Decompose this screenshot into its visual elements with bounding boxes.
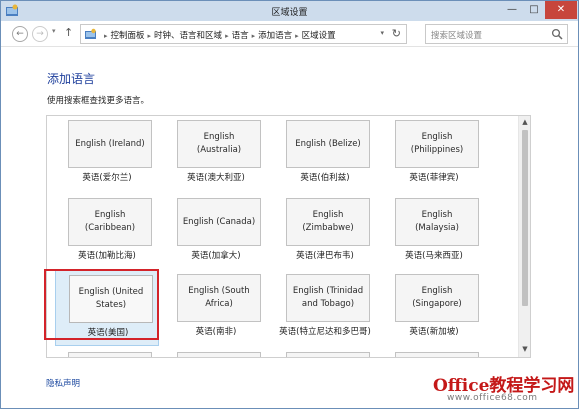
language-local-name: 英语(南非) — [195, 327, 237, 337]
breadcrumb-item[interactable]: 语言 — [232, 31, 249, 41]
language-local-name: 英语(加拿大) — [191, 251, 241, 261]
language-tile-label: English (Philippines) — [395, 120, 479, 168]
chevron-right-icon[interactable]: ▸ — [104, 32, 108, 40]
language-tile[interactable]: English (Trinidad and Tobago) 英语(特立尼达和多巴哥… — [273, 270, 377, 346]
chevron-right-icon[interactable]: ▸ — [225, 32, 229, 40]
region-settings-window: 区域设置 — □ ✕ ← → ▾ ↑ ▸ 控制面板 ▸ 时钟、语言和区域 ▸ 语言 ▸ 添加语… — [0, 0, 579, 409]
language-tile-label: English (Trinidad and Tobago) — [286, 274, 370, 322]
language-tile[interactable]: English (Ireland) 英语(爱尔兰) — [55, 116, 159, 192]
address-bar[interactable]: ▸ 控制面板 ▸ 时钟、语言和区域 ▸ 语言 ▸ 添加语言 ▸ 区域设置 ▾ ↻ — [80, 24, 407, 44]
language-tile[interactable] — [382, 348, 486, 357]
language-tile-label: English (Australia) — [177, 120, 261, 168]
language-tile-label: English (Zimbabwe) — [286, 198, 370, 246]
breadcrumb: ▸ 控制面板 ▸ 时钟、语言和区域 ▸ 语言 ▸ 添加语言 ▸ 区域设置 — [101, 29, 336, 41]
page-description: 使用搜索框查找更多语言。 — [47, 96, 150, 106]
language-tile[interactable]: English (Singapore) 英语(新加坡) — [382, 270, 486, 346]
breadcrumb-item[interactable]: 控制面板 — [111, 31, 145, 41]
refresh-icon[interactable]: ↻ — [392, 27, 401, 40]
back-arrow-icon[interactable]: ← — [12, 26, 28, 42]
language-tile[interactable]: English (Belize) 英语(伯利兹) — [273, 116, 377, 192]
language-tile-label: English (Malaysia) — [395, 198, 479, 246]
maximize-button[interactable]: □ — [523, 1, 545, 19]
search-input[interactable]: 搜索区域设置 — [425, 24, 568, 44]
language-tile[interactable]: English (Philippines) 英语(菲律宾) — [382, 116, 486, 192]
language-local-name: 英语(新加坡) — [409, 327, 459, 337]
chevron-right-icon[interactable]: ▸ — [252, 32, 256, 40]
language-tile[interactable]: English (Caribbean) 英语(加勒比海) — [55, 194, 159, 270]
vertical-scrollbar[interactable]: ▲ ▼ — [518, 116, 530, 357]
language-tile[interactable]: English (Canada) 英语(加拿大) — [164, 194, 268, 270]
chevron-right-icon[interactable]: ▸ — [295, 32, 299, 40]
watermark-url: www.office68.com — [447, 393, 538, 403]
language-tile-label: English (South Africa) — [177, 274, 261, 322]
language-local-name: 英语(澳大利亚) — [187, 173, 245, 183]
scroll-up-arrow-icon[interactable]: ▲ — [519, 118, 530, 126]
language-tile[interactable]: English (South Africa) 英语(南非) — [164, 270, 268, 346]
language-tile-label — [286, 352, 370, 357]
language-local-name: 英语(菲律宾) — [409, 173, 459, 183]
language-tile[interactable] — [55, 348, 159, 357]
language-local-name: 英语(马来西亚) — [405, 251, 463, 261]
window-title: 区域设置 — [271, 8, 308, 18]
privacy-statement-link[interactable]: 隐私声明 — [46, 377, 80, 389]
language-local-name: 英语(爱尔兰) — [82, 173, 132, 183]
search-icon[interactable] — [551, 28, 563, 40]
navigation-bar: ← → ▾ ↑ ▸ 控制面板 ▸ 时钟、语言和区域 ▸ 语言 ▸ 添加语言 ▸ 区域设置 ▾ ↻ … — [1, 21, 578, 47]
language-tile-label — [177, 352, 261, 357]
minimize-button[interactable]: — — [501, 1, 523, 19]
breadcrumb-item[interactable]: 时钟、语言和区域 — [154, 31, 222, 41]
page-title: 添加语言 — [47, 72, 96, 86]
forward-arrow-icon[interactable]: → — [32, 26, 48, 42]
language-tile-label: English (Caribbean) — [68, 198, 152, 246]
language-local-name: 英语(加勒比海) — [78, 251, 136, 261]
language-local-name: 英语(特立尼达和多巴哥) — [279, 327, 371, 337]
language-tile[interactable]: English (Australia) 英语(澳大利亚) — [164, 116, 268, 192]
language-tile-label — [395, 352, 479, 357]
up-arrow-icon[interactable]: ↑ — [64, 26, 73, 39]
recent-locations-chevron-icon[interactable]: ▾ — [52, 27, 56, 35]
scroll-down-arrow-icon[interactable]: ▼ — [519, 345, 530, 353]
control-panel-icon — [85, 28, 96, 39]
language-tile-label: English (Ireland) — [68, 120, 152, 168]
chevron-right-icon[interactable]: ▸ — [148, 32, 152, 40]
language-tile[interactable]: English (Malaysia) 英语(马来西亚) — [382, 194, 486, 270]
selection-highlight-annotation — [44, 269, 159, 340]
language-tile-label — [68, 352, 152, 357]
language-local-name: 英语(津巴布韦) — [296, 251, 354, 261]
search-placeholder: 搜索区域设置 — [431, 31, 483, 41]
language-tile-label: English (Canada) — [177, 198, 261, 246]
breadcrumb-item[interactable]: 区域设置 — [302, 31, 336, 41]
language-tile-label: English (Belize) — [286, 120, 370, 168]
address-dropdown-chevron-icon[interactable]: ▾ — [380, 29, 384, 37]
language-tile-label: English (Singapore) — [395, 274, 479, 322]
language-tile[interactable] — [273, 348, 377, 357]
watermark: Office教程学习网 www.office68.com — [433, 371, 577, 407]
close-button[interactable]: ✕ — [545, 1, 577, 19]
scroll-thumb[interactable] — [522, 130, 528, 306]
title-bar[interactable]: 区域设置 — □ ✕ — [1, 1, 578, 21]
language-local-name: 英语(伯利兹) — [300, 173, 350, 183]
breadcrumb-item[interactable]: 添加语言 — [258, 31, 292, 41]
language-tile[interactable]: English (Zimbabwe) 英语(津巴布韦) — [273, 194, 377, 270]
language-tile[interactable] — [164, 348, 268, 357]
